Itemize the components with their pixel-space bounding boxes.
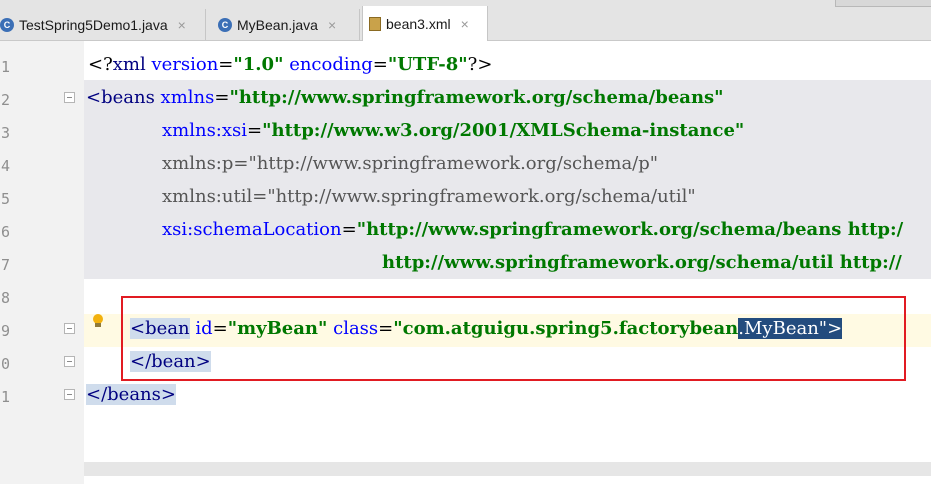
line-number: 9 <box>1 322 11 340</box>
xml-file-icon <box>369 16 381 31</box>
line-number: 0 <box>1 355 11 373</box>
fold-collapse-icon[interactable] <box>64 92 75 103</box>
line-number: 5 <box>1 190 11 208</box>
code-line-2[interactable]: <beans xmlns="http://www.springframework… <box>86 86 724 110</box>
tab-label: MyBean.java <box>237 16 318 33</box>
line-number: 8 <box>1 289 11 307</box>
code-line-7[interactable]: http://www.springframework.org/schema/ut… <box>382 251 902 275</box>
code-line-6[interactable]: xsi:schemaLocation="http://www.springfra… <box>162 218 903 242</box>
code-line-3[interactable]: xmlns:xsi="http://www.w3.org/2001/XMLSch… <box>162 119 744 143</box>
tab-testspring5demo1[interactable]: C TestSpring5Demo1.java × <box>0 9 206 40</box>
close-icon[interactable]: × <box>178 17 186 33</box>
line-number: 1 <box>1 58 11 76</box>
fold-end-icon[interactable] <box>64 389 75 400</box>
fold-collapse-icon[interactable] <box>64 323 75 334</box>
annotation-highlight-box <box>121 296 906 381</box>
java-class-icon: C <box>218 17 232 32</box>
code-line-1[interactable]: <?xml version="1.0" encoding="UTF-8"?> <box>88 53 492 77</box>
horizontal-scrollbar[interactable] <box>84 462 931 476</box>
code-line-4[interactable]: xmlns:p="http://www.springframework.org/… <box>162 152 658 176</box>
line-number: 7 <box>1 256 11 274</box>
line-number: 2 <box>1 91 11 109</box>
editor-tab-bar: C TestSpring5Demo1.java × C MyBean.java … <box>0 0 931 41</box>
code-line-11[interactable]: </beans> <box>86 383 176 407</box>
close-icon[interactable]: × <box>461 16 469 32</box>
close-icon[interactable]: × <box>328 17 336 33</box>
tab-label: bean3.xml <box>386 15 451 32</box>
line-number: 4 <box>1 157 11 175</box>
tab-mybean-java[interactable]: C MyBean.java × <box>212 9 360 40</box>
fold-end-icon[interactable] <box>64 356 75 367</box>
tab-overflow-button[interactable] <box>835 0 931 7</box>
java-class-icon: C <box>0 17 14 32</box>
code-line-5[interactable]: xmlns:util="http://www.springframework.o… <box>162 185 696 209</box>
line-number: 1 <box>1 388 11 406</box>
tab-bean3-xml[interactable]: bean3.xml × <box>362 6 488 41</box>
tab-label: TestSpring5Demo1.java <box>19 16 168 33</box>
line-number: 3 <box>1 124 11 142</box>
line-number: 6 <box>1 223 11 241</box>
intention-bulb-icon[interactable] <box>92 314 104 328</box>
